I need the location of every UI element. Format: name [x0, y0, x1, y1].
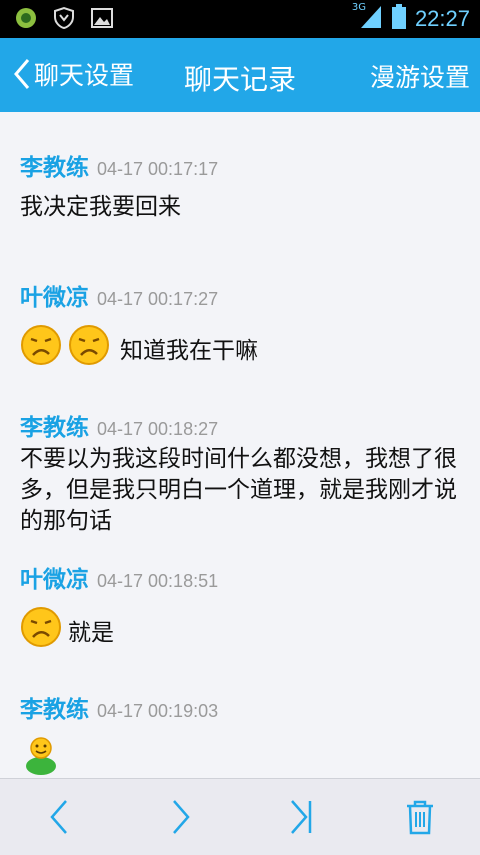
roam-settings-button[interactable]: 漫游设置	[370, 58, 470, 94]
message-item: 李教练 04-17 00:18:27 不要以为我这段时间什么都没想，我想了很多，但…	[20, 408, 470, 537]
message-text: 就是	[68, 620, 114, 646]
message-time: 04-17 00:18:27	[97, 419, 219, 439]
message-content: 知道我在干嘛	[20, 322, 470, 367]
message-header: 李教练 04-17 00:19:03	[20, 690, 470, 724]
message-header: 李教练 04-17 00:18:27	[20, 408, 470, 442]
chevron-right-icon[interactable]	[160, 797, 200, 837]
message-time: 04-17 00:17:17	[97, 159, 219, 179]
app-notification-icon	[14, 6, 38, 30]
message-text: 不要以为我这段时间什么都没想，我想了很多，但是我只明白一个道理，就是我刚才说的那…	[20, 446, 457, 534]
sender-name: 叶微凉	[20, 285, 89, 311]
notification-icons	[14, 6, 114, 30]
shield-icon	[52, 6, 76, 30]
sad-face-emoji-icon	[21, 324, 61, 365]
chat-history[interactable]: 李教练 04-17 00:17:17 我决定我要回来 叶微凉 04-17 00:17…	[0, 112, 480, 778]
title-bar: 聊天设置 聊天记录 漫游设置	[0, 38, 480, 112]
clock: 22:27	[414, 6, 470, 31]
image-icon	[90, 6, 114, 30]
battery-icon	[391, 4, 407, 34]
sender-name: 叶微凉	[20, 567, 89, 593]
skip-to-last-icon[interactable]	[282, 797, 322, 837]
chevron-left-icon[interactable]	[40, 797, 80, 837]
status-right: 22:27	[359, 4, 470, 34]
sender-name: 李教练	[20, 415, 89, 441]
bottom-toolbar	[0, 778, 480, 855]
message-header: 叶微凉 04-17 00:17:27	[20, 278, 470, 312]
message-item: 叶微凉 04-17 00:18:51 就是	[20, 560, 470, 649]
sad-face-emoji-icon	[69, 324, 109, 365]
message-item: 李教练 04-17 00:19:03	[20, 690, 470, 776]
message-item: 李教练 04-17 00:17:17 我决定我要回来	[20, 148, 470, 223]
message-time: 04-17 00:17:27	[97, 289, 219, 309]
message-item: 叶微凉 04-17 00:17:27 知道我在干嘛	[20, 278, 470, 367]
message-header: 李教练 04-17 00:17:17	[20, 148, 470, 182]
trash-icon[interactable]	[400, 797, 440, 837]
message-text: 我决定我要回来	[20, 194, 181, 220]
message-time: 04-17 00:18:51	[97, 571, 219, 591]
sender-name: 李教练	[20, 155, 89, 181]
message-content	[20, 734, 470, 776]
message-header: 叶微凉 04-17 00:18:51	[20, 560, 470, 594]
status-bar: 3G 22:27	[0, 0, 480, 38]
message-time: 04-17 00:19:03	[97, 701, 219, 721]
message-text: 知道我在干嘛	[120, 338, 258, 364]
signal-icon	[359, 4, 383, 34]
message-content: 就是	[20, 604, 470, 649]
sender-name: 李教练	[20, 697, 89, 723]
smiley-figure-emoji-icon	[26, 737, 56, 775]
sad-face-emoji-icon	[21, 606, 61, 647]
